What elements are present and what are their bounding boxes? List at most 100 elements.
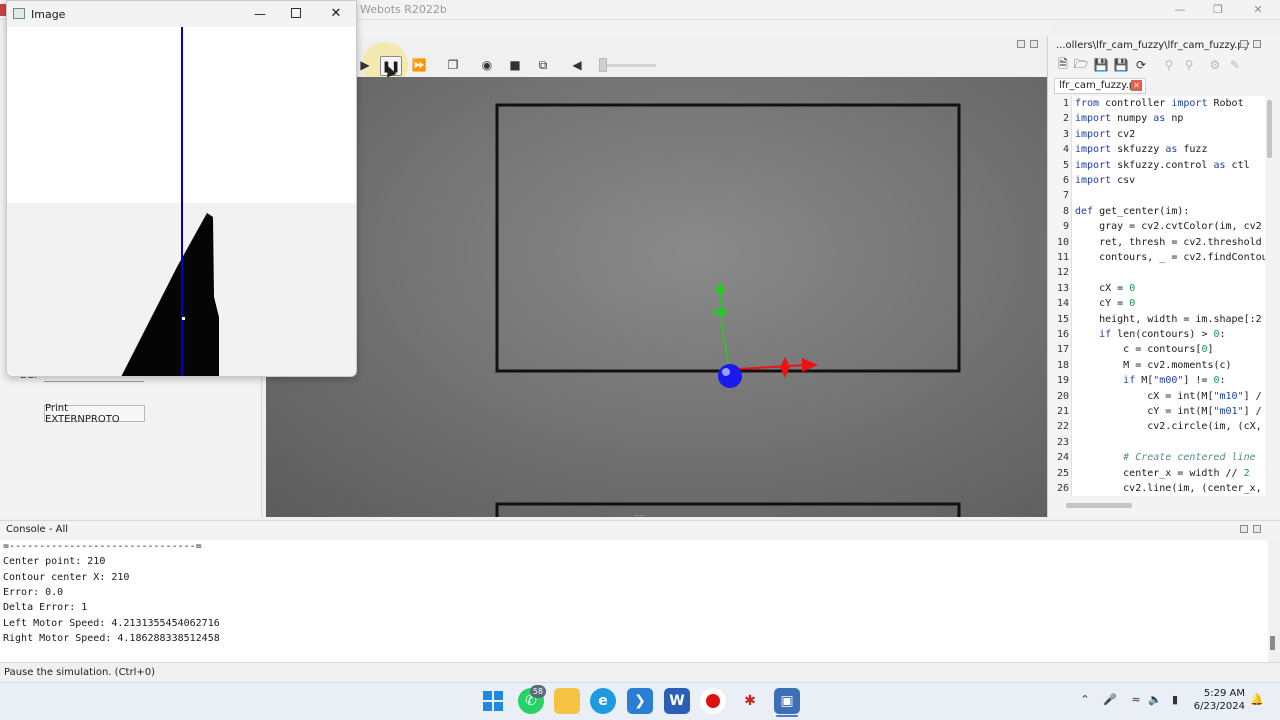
line-number: 10 <box>1056 236 1069 248</box>
movie-icon[interactable]: ■ <box>506 56 524 74</box>
file-explorer-icon[interactable] <box>554 688 580 714</box>
battery-icon[interactable]: ▮ <box>1168 693 1182 707</box>
code-line: def get_center(im): <box>1075 205 1190 217</box>
windows-start-icon[interactable] <box>480 688 506 714</box>
code-line: import csv <box>1075 175 1136 186</box>
code-line: cY = 0 <box>1075 298 1136 310</box>
camera-icon[interactable]: ◉ <box>478 56 496 74</box>
line-number: 23 <box>1056 436 1069 448</box>
image-maximize-icon[interactable] <box>291 8 301 18</box>
status-bar <box>0 662 1280 682</box>
code-line: cv2.circle(im, (cX, <box>1075 421 1262 433</box>
editor-scroll-thumb[interactable] <box>1267 100 1272 158</box>
volume-slider[interactable] <box>600 64 656 67</box>
code-line: cX = 0 <box>1075 282 1136 294</box>
edge-icon[interactable]: e <box>590 688 616 714</box>
app-title: Webots R2022b <box>360 3 447 16</box>
line-number: 19 <box>1056 375 1069 387</box>
code-line: contours, _ = cv2.findContou <box>1075 252 1265 263</box>
scene-canvas <box>495 103 961 517</box>
line-number: 1 <box>1062 98 1069 109</box>
image-close-icon[interactable]: ✕ <box>329 6 343 21</box>
save-icon[interactable]: 💾 <box>1092 56 1110 74</box>
line-number: 14 <box>1056 298 1069 310</box>
speaker-icon[interactable]: 🔈 <box>1148 693 1162 707</box>
code-line: cX = int(M["m10"] / <box>1075 390 1262 402</box>
clean-icon[interactable]: ✎ <box>1226 56 1244 74</box>
3d-view[interactable] <box>266 77 1047 517</box>
console-line: Right Motor Speed: 4.186288338512458 <box>3 632 220 644</box>
active-app-indicator <box>776 715 798 717</box>
line-number: 8 <box>1062 205 1069 217</box>
editor-horizontal-scrollbar[interactable] <box>1066 503 1132 508</box>
image-window-title: Image <box>31 8 66 21</box>
code-line: cv2.line(im, (center_x, <box>1075 483 1262 494</box>
wifi-icon[interactable]: ≈ <box>1129 693 1143 707</box>
webots-taskbar-icon[interactable]: ✱ <box>737 688 763 714</box>
console-float-icon[interactable] <box>1240 525 1248 533</box>
console-close-icon[interactable] <box>1253 525 1261 533</box>
code-line: cY = int(M["m01"] / <box>1075 406 1262 417</box>
line-track-rectangle <box>495 103 961 373</box>
code-line: # Create centered line <box>1123 452 1256 464</box>
line-number: 11 <box>1056 252 1069 263</box>
image-app-icon <box>13 8 25 19</box>
console-line: Left Motor Speed: 4.2131355454062716 <box>3 617 220 629</box>
minimize-icon[interactable]: — <box>1172 2 1188 18</box>
line-number: 5 <box>1062 159 1069 171</box>
line-number: 18 <box>1056 359 1069 371</box>
code-line: M = cv2.moments(c) <box>1075 359 1232 371</box>
editor-close-icon[interactable] <box>1253 40 1261 48</box>
open-file-icon[interactable]: 🗁 <box>1072 56 1090 74</box>
console-header <box>0 520 1280 540</box>
vscode-icon[interactable]: ❯ <box>627 688 653 714</box>
line-number: 16 <box>1056 329 1069 340</box>
run-icon[interactable]: ▶ <box>356 56 374 74</box>
restore-icon[interactable]: ❐ <box>1210 2 1226 18</box>
print-externproto-button[interactable]: Print EXTERNPROTO <box>44 403 145 425</box>
python-icon[interactable]: ▣ <box>774 688 800 714</box>
image-minimize-icon[interactable]: — <box>253 7 267 21</box>
code-line: import cv2 <box>1075 128 1136 140</box>
fast-forward-icon[interactable]: ⏩ <box>410 56 428 74</box>
3d-view-float-icon[interactable] <box>1017 40 1025 48</box>
3d-view-close-icon[interactable] <box>1030 40 1038 48</box>
splitter-handle[interactable] <box>635 515 645 518</box>
word-icon[interactable]: W <box>664 688 690 714</box>
code-editor[interactable]: 1 2 3 4 5 6 7 8 9 10 11 12 13 14 15 16 17 18 19 20 21 22 23 24 2… <box>1051 96 1265 496</box>
record-icon[interactable] <box>700 688 726 714</box>
revert-icon[interactable]: ⟳ <box>1132 56 1150 74</box>
line-track-lower <box>495 502 961 517</box>
code-line: import skfuzzy as fuzz <box>1075 144 1208 156</box>
code-line: center_x = width // 2 <box>1075 467 1250 479</box>
console-line: Delta Error: 1 <box>3 602 88 614</box>
def-field[interactable] <box>44 381 144 382</box>
editor-float-icon[interactable] <box>1240 40 1248 48</box>
clock-time[interactable]: 5:29 AM <box>1195 688 1245 699</box>
line-number: 24 <box>1056 452 1069 464</box>
tray-overflow-icon[interactable]: ⌃ <box>1078 693 1092 707</box>
tab-close-icon[interactable]: ✕ <box>1131 80 1142 91</box>
build-icon[interactable]: ⚙ <box>1206 56 1224 74</box>
console-line: Center point: 210 <box>3 556 106 568</box>
clock-date[interactable]: 6/23/2024 <box>1190 701 1245 712</box>
replace-icon[interactable]: ⚲ <box>1180 56 1198 74</box>
new-file-icon[interactable]: 🗎 <box>1054 56 1072 74</box>
image-window[interactable]: Image — ✕ <box>6 0 357 377</box>
contour-center-point <box>182 317 185 320</box>
console-output[interactable]: =-------------------------------= Center … <box>0 540 1268 662</box>
find-icon[interactable]: ⚲ <box>1160 56 1178 74</box>
share-icon[interactable]: ⧉ <box>534 56 552 74</box>
close-icon[interactable]: ✕ <box>1250 2 1266 18</box>
save-as-icon[interactable]: 💾 <box>1112 56 1130 74</box>
notification-bell-icon[interactable]: 🔔 <box>1250 693 1264 707</box>
volume-slider-handle[interactable] <box>599 58 607 72</box>
console-scrollbar[interactable] <box>1270 636 1275 650</box>
code-line: import skfuzzy.control as ctl <box>1075 159 1250 171</box>
view-cube-icon[interactable]: ❐ <box>444 56 462 74</box>
microphone-icon[interactable]: 🎤 <box>1103 693 1117 707</box>
volume-icon[interactable]: ◀ <box>568 56 586 74</box>
line-number: 2 <box>1062 113 1069 125</box>
camera-image <box>7 27 356 376</box>
console-title: Console - All <box>6 524 69 535</box>
